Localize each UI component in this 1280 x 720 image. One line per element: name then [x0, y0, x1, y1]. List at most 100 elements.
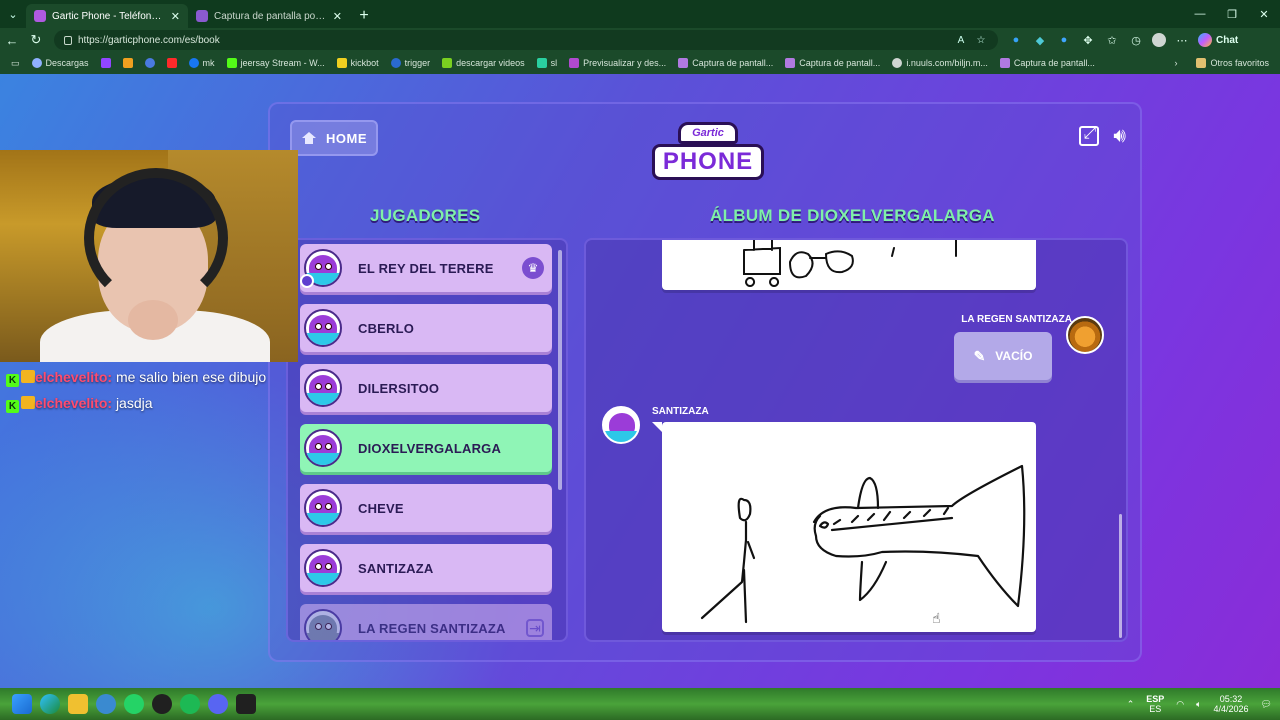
tab-title: Gartic Phone - Teléfono Descompuesto	[52, 10, 165, 22]
player-card: CBERLO	[300, 304, 552, 352]
bookmark-item[interactable]	[118, 53, 138, 73]
bookmark-item[interactable]: descargar videos	[437, 53, 530, 73]
extension-icon[interactable]: ◆	[1032, 32, 1048, 48]
speaker-icon[interactable]: 🔊︎	[1113, 126, 1126, 146]
refresh-icon[interactable]: ↻	[24, 28, 48, 52]
sidebar-toggle-icon[interactable]: ▭	[6, 53, 25, 73]
extension-bookmark-icon	[122, 58, 133, 68]
lightshot-icon	[999, 58, 1010, 68]
host-indicator-icon	[300, 274, 314, 288]
new-tab-button[interactable]: +	[350, 4, 378, 28]
extension-icon[interactable]: ●	[1008, 32, 1024, 48]
file-explorer-icon[interactable]	[68, 694, 88, 714]
bookmark-item[interactable]: sl	[532, 53, 563, 73]
left-game-icon: ⇥	[526, 619, 544, 637]
chat-message: Kelchevelito: jasdja	[6, 390, 296, 416]
copilot-button[interactable]: Chat	[1198, 32, 1238, 48]
edge-icon[interactable]	[40, 694, 60, 714]
windows-start-icon[interactable]	[12, 694, 32, 714]
minimize-icon[interactable]: —	[1184, 0, 1216, 28]
bookmark-item[interactable]: Captura de pantall...	[673, 53, 778, 73]
sub-badge-icon	[21, 370, 35, 383]
players-title: JUGADORES	[370, 206, 481, 225]
back-icon[interactable]: ←	[0, 28, 24, 52]
app-icon[interactable]	[152, 694, 172, 714]
player-card: EL REY DEL TERERE ♛	[300, 244, 552, 292]
favorites-icon[interactable]: ✩	[1104, 32, 1120, 48]
bookmark-item[interactable]: kickbot	[332, 53, 384, 73]
player-avatar	[304, 549, 342, 587]
window-controls: — ❐ ✕	[1184, 0, 1280, 28]
discord-icon[interactable]	[208, 694, 228, 714]
fullscreen-icon[interactable]	[1079, 125, 1100, 146]
close-window-icon[interactable]: ✕	[1248, 0, 1280, 28]
home-label: HOME	[326, 130, 367, 146]
player-avatar	[304, 309, 342, 347]
bookmark-item[interactable]	[96, 53, 116, 73]
players-list[interactable]: EL REY DEL TERERE ♛ CBERLO DILERSITOO DI…	[286, 238, 568, 642]
tab-title: Captura de pantalla por Lightshot	[214, 10, 327, 22]
tab-lightshot[interactable]: Captura de pantalla por Lightshot ✕	[188, 4, 350, 28]
player-name: SANTIZAZA	[358, 560, 434, 576]
player-name: CHEVE	[358, 500, 404, 516]
app-icon[interactable]	[96, 694, 116, 714]
language-indicator[interactable]: ESP ES	[1146, 694, 1164, 714]
profile-avatar[interactable]	[1152, 33, 1166, 47]
browser-tab-bar: ⌄ Gartic Phone - Teléfono Descompuesto ✕…	[0, 0, 1280, 28]
app-icon[interactable]	[236, 694, 256, 714]
close-tab-icon[interactable]: ✕	[171, 10, 180, 23]
address-toolbar: ← ↻ https://garticphone.com/es/book A ☆ …	[0, 28, 1280, 52]
home-button[interactable]: HOME	[290, 120, 378, 156]
extensions-puzzle-icon[interactable]: ✥	[1080, 32, 1096, 48]
tray-expand-icon[interactable]: ⌃	[1127, 699, 1135, 710]
album-panel[interactable]: LA REGEN SANTIZAZA ✎ VACÍO SANTIZAZA	[584, 238, 1128, 642]
bookmarks-bar: ▭ Descargas mk jeersay Stream - W... kic…	[0, 52, 1280, 74]
wifi-icon[interactable]: ◠	[1176, 699, 1184, 710]
site-info-icon[interactable]	[64, 35, 72, 45]
tab-actions-icon[interactable]: ⌄	[0, 0, 26, 28]
other-favorites[interactable]: Otros favoritos	[1191, 53, 1274, 73]
notifications-icon[interactable]: 💬︎	[1261, 699, 1272, 710]
bird-avatar	[602, 406, 640, 444]
bookmark-item[interactable]: i.nuuls.com/biljn.m...	[887, 53, 993, 73]
volume-icon[interactable]: 🔈︎	[1196, 699, 1201, 710]
bookmarks-right: › Otros favoritos	[1174, 52, 1274, 74]
player-avatar	[304, 489, 342, 527]
crown-icon: ♛	[522, 257, 544, 279]
maximize-icon[interactable]: ❐	[1216, 0, 1248, 28]
lightshot-favicon-icon	[196, 10, 208, 22]
album-scrollbar[interactable]	[1119, 514, 1122, 638]
kickbot-icon	[336, 58, 347, 68]
chevron-right-icon[interactable]: ›	[1174, 58, 1177, 68]
bookmark-item[interactable]: Previsualizar y des...	[564, 53, 671, 73]
spotify-icon[interactable]	[180, 694, 200, 714]
player-name: EL REY DEL TERERE	[358, 260, 494, 276]
clock[interactable]: 05:32 4/4/2026	[1214, 694, 1249, 714]
bookmark-item[interactable]: jeersay Stream - W...	[222, 53, 330, 73]
tab-gartic-phone[interactable]: Gartic Phone - Teléfono Descompuesto ✕	[26, 4, 188, 28]
bookmark-item[interactable]: Descargas	[27, 53, 94, 73]
close-tab-icon[interactable]: ✕	[333, 10, 342, 23]
address-bar[interactable]: https://garticphone.com/es/book A ☆	[54, 30, 998, 50]
empty-entry-bubble: ✎ VACÍO	[954, 332, 1052, 380]
extension-icon[interactable]: ●	[1056, 32, 1072, 48]
lightshot-icon	[785, 58, 796, 68]
bookmark-item[interactable]: trigger	[386, 53, 436, 73]
bookmark-item[interactable]	[140, 53, 160, 73]
album-entry-author: SANTIZAZA	[652, 406, 709, 417]
read-aloud-icon[interactable]: A	[954, 35, 968, 46]
system-tray: ⌃ ESP ES ◠ 🔈︎ 05:32 4/4/2026 💬︎	[1127, 688, 1272, 720]
players-scrollbar[interactable]	[558, 250, 562, 490]
bookmark-item[interactable]: Captura de pantall...	[780, 53, 885, 73]
more-menu-icon[interactable]: ⋯	[1174, 32, 1190, 48]
bookmark-item[interactable]: Captura de pantall...	[995, 53, 1100, 73]
bookmark-item[interactable]: mk	[184, 53, 220, 73]
whatsapp-icon[interactable]	[124, 694, 144, 714]
history-icon[interactable]: ◷	[1128, 32, 1144, 48]
copilot-icon	[1198, 33, 1212, 47]
facebook-icon	[188, 58, 199, 68]
chat-text: me salio bien ese dibujo	[115, 369, 267, 385]
bookmark-item[interactable]	[162, 53, 182, 73]
favorite-star-icon[interactable]: ☆	[974, 35, 988, 46]
album-title: ÁLBUM DE DIOXELVERGALARGA	[710, 206, 995, 225]
